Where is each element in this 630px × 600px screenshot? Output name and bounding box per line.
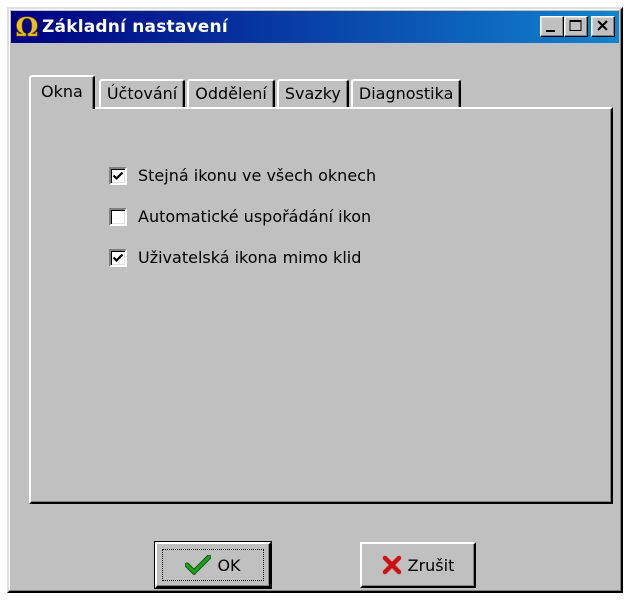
tab-panel-okna: Stejná ikonu ve všech oknech Automatické… — [29, 107, 613, 504]
svg-text:Ω: Ω — [15, 13, 38, 41]
user-icon-checkbox[interactable] — [109, 248, 127, 267]
tab-okna[interactable]: Okna — [29, 75, 95, 109]
omega-app-icon: Ω — [15, 13, 39, 41]
auto-arrange-label: Automatické uspořádání ikon — [138, 207, 372, 226]
tab-uctovani[interactable]: Účtování — [98, 79, 186, 109]
option-user-icon[interactable]: Uživatelská ikona mimo klid — [109, 237, 376, 278]
ok-button[interactable]: OK — [154, 541, 272, 589]
maximize-icon — [569, 20, 582, 31]
user-icon-label: Uživatelská ikona mimo klid — [138, 248, 362, 267]
checkmark-icon — [112, 253, 124, 262]
tab-strip: Okna Účtování Oddělení Svazky Diagnostik… — [29, 75, 463, 109]
cancel-label: Zrušit — [407, 555, 455, 575]
minimize-button[interactable] — [540, 16, 564, 37]
title-bar[interactable]: Ω Základní nastavení — [11, 11, 619, 43]
window-title: Základní nastavení — [42, 17, 228, 37]
title-buttons — [540, 16, 615, 37]
cancel-button[interactable]: Zrušit — [360, 542, 476, 588]
auto-arrange-checkbox[interactable] — [109, 207, 127, 226]
same-icon-checkbox[interactable] — [109, 166, 127, 185]
options-list: Stejná ikonu ve všech oknech Automatické… — [109, 155, 376, 278]
option-same-icon[interactable]: Stejná ikonu ve všech oknech — [109, 155, 376, 196]
red-x-icon — [382, 555, 401, 575]
checkmark-icon — [112, 171, 124, 180]
maximize-button[interactable] — [564, 16, 588, 37]
option-auto-arrange[interactable]: Automatické uspořádání ikon — [109, 196, 376, 237]
tab-diagnostika[interactable]: Diagnostika — [350, 79, 462, 109]
tab-oddeleni[interactable]: Oddělení — [187, 79, 275, 109]
focus-rect — [162, 549, 264, 581]
tab-svazky[interactable]: Svazky — [276, 79, 349, 109]
close-button[interactable] — [591, 16, 615, 37]
minimize-icon — [546, 30, 555, 32]
same-icon-label: Stejná ikonu ve všech oknech — [138, 166, 377, 185]
close-icon — [597, 20, 608, 31]
dialog-window: Ω Základní nastavení Okna Účtování Odděl… — [7, 7, 623, 593]
